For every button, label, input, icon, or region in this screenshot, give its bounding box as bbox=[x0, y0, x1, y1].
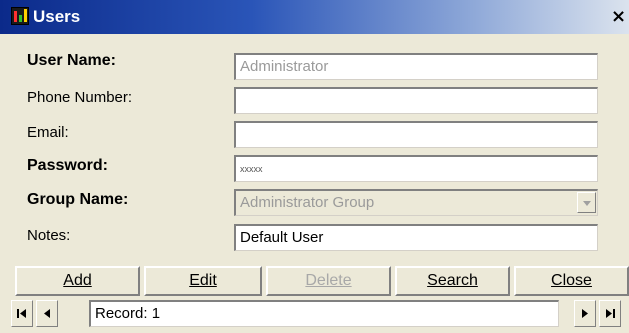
title-bar[interactable]: Users × bbox=[0, 0, 629, 34]
add-button[interactable]: Add bbox=[15, 266, 140, 296]
search-button[interactable]: Search bbox=[395, 266, 510, 296]
users-window: Users × User Name: Administrator Phone N… bbox=[0, 0, 629, 333]
close-icon[interactable]: × bbox=[611, 6, 626, 27]
user-name-label: User Name: bbox=[27, 52, 116, 69]
notes-label: Notes: bbox=[27, 227, 71, 244]
group-name-label: Group Name: bbox=[27, 191, 129, 208]
next-record-icon[interactable] bbox=[574, 300, 596, 327]
password-label: Password: bbox=[27, 157, 108, 174]
delete-button[interactable]: Delete bbox=[266, 266, 391, 296]
email-label: Email: bbox=[27, 124, 69, 141]
email-field[interactable] bbox=[234, 121, 598, 148]
record-indicator[interactable]: Record: 1 bbox=[89, 300, 559, 327]
first-record-icon[interactable] bbox=[11, 300, 33, 327]
previous-record-icon[interactable] bbox=[36, 300, 58, 327]
user-name-field[interactable]: Administrator bbox=[234, 53, 598, 80]
window-title: Users bbox=[33, 7, 81, 26]
record-navigator: Record: 1 bbox=[0, 297, 629, 333]
notes-field[interactable]: Default User bbox=[234, 224, 598, 251]
edit-button[interactable]: Edit bbox=[144, 266, 262, 296]
chevron-down-icon[interactable] bbox=[577, 192, 596, 213]
phone-number-label: Phone Number: bbox=[27, 89, 133, 106]
app-chart-icon bbox=[11, 7, 29, 25]
close-button[interactable]: Close bbox=[514, 266, 629, 296]
last-record-icon[interactable] bbox=[599, 300, 621, 327]
password-field[interactable]: xxxxx bbox=[234, 155, 598, 182]
phone-number-field[interactable] bbox=[234, 87, 598, 114]
group-name-value: Administrator Group bbox=[240, 194, 375, 211]
group-name-select[interactable]: Administrator Group bbox=[234, 189, 598, 216]
